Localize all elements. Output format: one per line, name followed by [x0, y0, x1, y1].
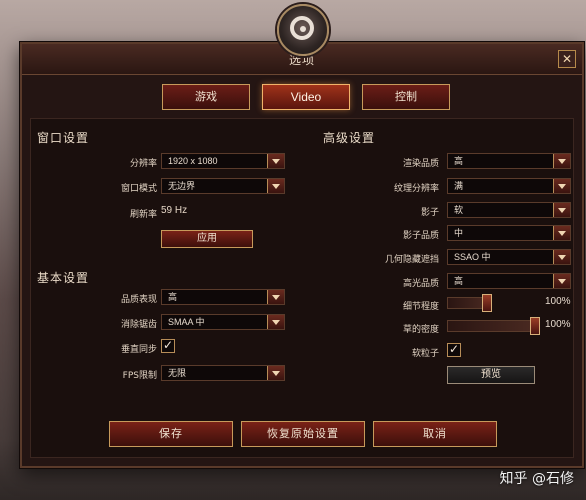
- shadows-label: 影子: [420, 208, 439, 218]
- resolution-select[interactable]: 1920 x 1080: [161, 153, 285, 169]
- cancel-button[interactable]: 取消: [373, 421, 497, 447]
- refresh-rate-value: 59 Hz: [161, 205, 188, 216]
- gear-icon: [290, 16, 314, 40]
- ambient-occlusion-select[interactable]: SSAO 中: [447, 249, 571, 265]
- tab-video[interactable]: Video: [262, 84, 350, 110]
- render-quality-label: 渲染品质: [402, 159, 439, 169]
- anti-aliasing-select[interactable]: SMAA 中: [161, 314, 285, 330]
- basic-settings-title: 基本设置: [37, 271, 90, 285]
- advanced-settings-title: 高级设置: [323, 131, 376, 145]
- window-mode-value: 无边界: [168, 181, 196, 191]
- shadows-select[interactable]: 软: [447, 202, 571, 218]
- texture-resolution-value: 满: [454, 181, 464, 191]
- grass-density-slider[interactable]: [447, 317, 540, 335]
- ambient-occlusion-value: SSAO 中: [454, 252, 491, 262]
- tab-controls[interactable]: 控制: [362, 84, 450, 110]
- preview-button[interactable]: 预览: [447, 366, 535, 384]
- slider-knob[interactable]: [482, 294, 492, 312]
- chevron-down-icon: [267, 154, 284, 168]
- texture-resolution-select[interactable]: 满: [447, 178, 571, 194]
- soft-particles-label: 软粒子: [411, 349, 439, 359]
- highlight-quality-value: 高: [454, 276, 464, 286]
- shadow-quality-select[interactable]: 中: [447, 225, 571, 241]
- settings-panel: 窗口设置 分辨率 1920 x 1080 窗口模式 无边界 刷新率 59 Hz …: [30, 118, 574, 458]
- gear-logo-icon: [277, 4, 329, 56]
- chevron-down-icon: [553, 203, 570, 217]
- quality-value: 高: [168, 292, 178, 302]
- render-quality-select[interactable]: 高: [447, 153, 571, 169]
- chevron-down-icon: [553, 274, 570, 288]
- fps-limit-select[interactable]: 无限: [161, 365, 285, 381]
- close-icon: ✕: [561, 52, 573, 66]
- fps-limit-label: FPS限制: [122, 371, 157, 381]
- shadow-quality-value: 中: [454, 228, 464, 238]
- tab-bar: 游戏 Video 控制: [162, 84, 450, 110]
- chevron-down-icon: [553, 226, 570, 240]
- grass-density-label: 草的密度: [402, 325, 439, 335]
- quality-label: 品质表现: [120, 295, 157, 305]
- chevron-down-icon: [267, 290, 284, 304]
- vsync-label: 垂直同步: [120, 345, 157, 355]
- fps-limit-value: 无限: [168, 368, 187, 378]
- apply-button[interactable]: 应用: [161, 230, 253, 248]
- watermark-text: 知乎 @石修: [499, 471, 574, 487]
- detail-level-percent: 100%: [545, 296, 571, 307]
- window-mode-select[interactable]: 无边界: [161, 178, 285, 194]
- chevron-down-icon: [553, 154, 570, 168]
- restore-defaults-button[interactable]: 恢复原始设置: [241, 421, 365, 447]
- chevron-down-icon: [553, 250, 570, 264]
- slider-fill: [448, 321, 538, 331]
- resolution-label: 分辨率: [129, 159, 157, 169]
- highlight-quality-select[interactable]: 高: [447, 273, 571, 289]
- shadows-value: 软: [454, 205, 464, 215]
- options-window: 选项 ✕ 游戏 Video 控制 窗口设置 分辨率 1920 x 1080 窗口…: [20, 42, 584, 468]
- soft-particles-checkbox[interactable]: [447, 342, 461, 357]
- save-button[interactable]: 保存: [109, 421, 233, 447]
- anti-aliasing-label: 消除锯齿: [120, 320, 157, 330]
- close-button[interactable]: ✕: [558, 50, 576, 68]
- tab-game[interactable]: 游戏: [162, 84, 250, 110]
- detail-level-label: 细节程度: [402, 302, 439, 312]
- ambient-occlusion-label: 几何隐藏遮挡: [384, 255, 439, 265]
- highlight-quality-label: 高光品质: [402, 279, 439, 289]
- window-settings-title: 窗口设置: [37, 131, 90, 145]
- resolution-value: 1920 x 1080: [168, 156, 218, 166]
- window-mode-label: 窗口模式: [120, 184, 157, 194]
- chevron-down-icon: [267, 366, 284, 380]
- chevron-down-icon: [553, 179, 570, 193]
- anti-aliasing-value: SMAA 中: [168, 317, 205, 327]
- shadow-quality-label: 影子品质: [402, 231, 439, 241]
- footer-bar: 保存 恢复原始设置 取消: [31, 413, 573, 457]
- refresh-rate-label: 刷新率: [129, 210, 157, 220]
- grass-density-percent: 100%: [545, 319, 571, 330]
- chevron-down-icon: [267, 179, 284, 193]
- quality-select[interactable]: 高: [161, 289, 285, 305]
- render-quality-value: 高: [454, 156, 464, 166]
- vsync-checkbox[interactable]: [161, 338, 175, 353]
- slider-knob[interactable]: [530, 317, 540, 335]
- texture-resolution-label: 纹理分辨率: [393, 184, 439, 194]
- chevron-down-icon: [267, 315, 284, 329]
- detail-level-slider[interactable]: [447, 294, 492, 312]
